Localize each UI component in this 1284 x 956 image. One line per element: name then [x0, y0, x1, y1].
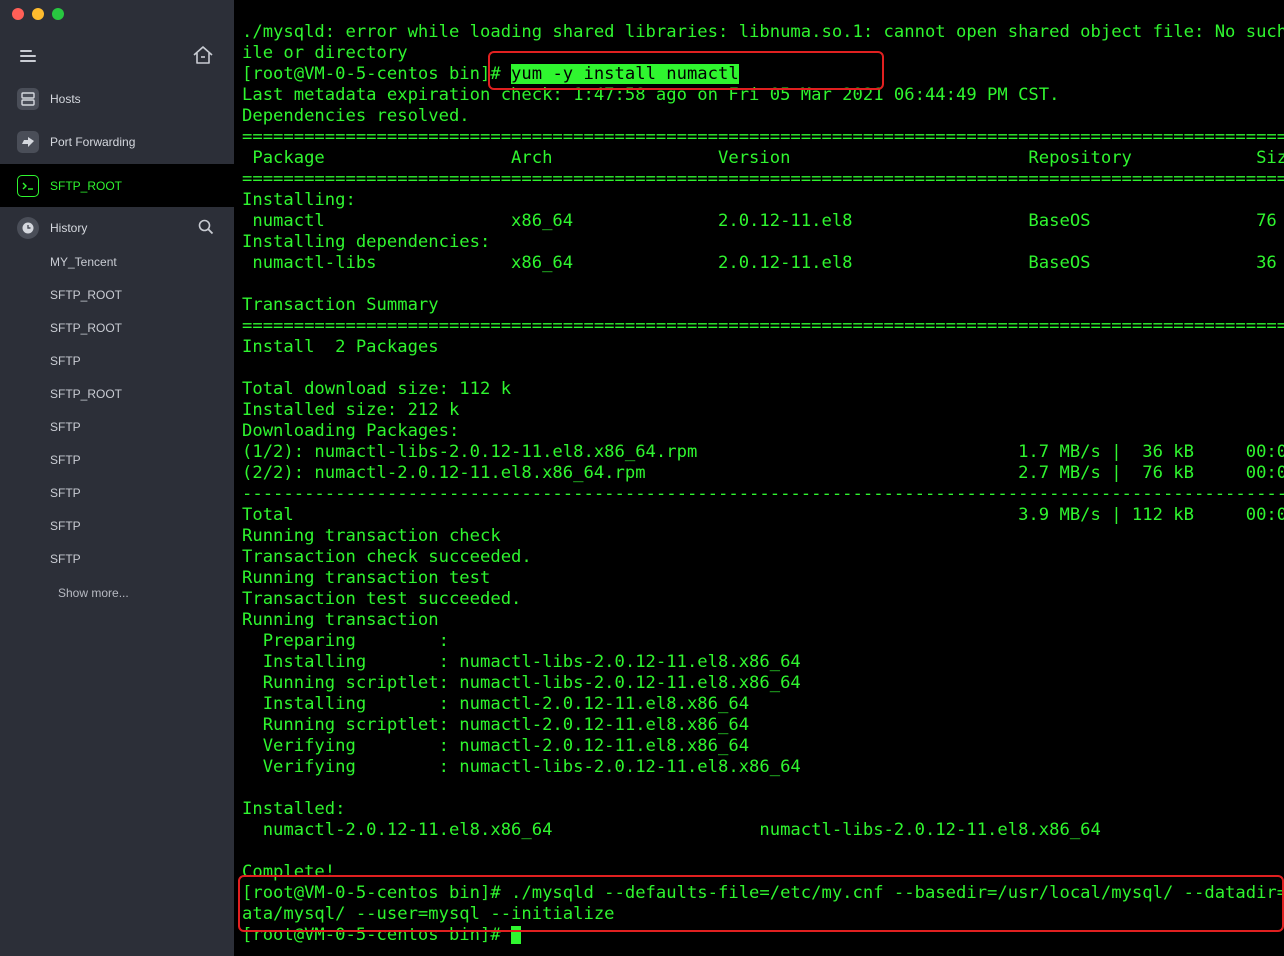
port-forwarding-icon — [17, 130, 39, 153]
terminal-line: Installed size: 212 k — [242, 400, 460, 420]
terminal-line: [root@VM-0-5-centos bin]# ./mysqld --def… — [242, 883, 1284, 903]
terminal-prompt-line: [root@VM-0-5-centos bin]# yum -y install… — [242, 64, 739, 85]
terminal-line: Transaction test succeeded. — [242, 589, 522, 609]
terminal-prompt-line: [root@VM-0-5-centos bin]# — [242, 925, 522, 946]
terminal-line: ========================================… — [242, 127, 1284, 147]
terminal-line: Transaction check succeeded. — [242, 547, 532, 567]
history-item[interactable]: SFTP — [50, 486, 81, 500]
history-item[interactable]: SFTP — [50, 354, 81, 368]
history-label: History — [50, 220, 88, 235]
terminal-line: Complete! — [242, 862, 336, 882]
terminal-line: Running transaction — [242, 610, 439, 630]
terminal-line: Installing : numactl-libs-2.0.12-11.el8.… — [242, 652, 1284, 672]
terminal-line: numactl-libs x86_64 2.0.12-11.el8 BaseOS… — [242, 253, 1284, 273]
nav-item-label: Port Forwarding — [50, 134, 136, 149]
terminal-line: Dependencies resolved. — [242, 106, 470, 126]
terminal-line: Verifying : numactl-2.0.12-11.el8.x86_64… — [242, 736, 1284, 756]
terminal-line: Running scriptlet: numactl-libs-2.0.12-1… — [242, 673, 1284, 693]
terminal-line: Installing dependencies: — [242, 232, 491, 252]
window-controls — [12, 8, 64, 20]
terminal-line: Running transaction test — [242, 568, 491, 588]
terminal-line: ========================================… — [242, 169, 1284, 189]
terminal-line: Running transaction check — [242, 526, 501, 546]
terminal-pane[interactable]: ./mysqld: error while loading shared lib… — [234, 0, 1284, 956]
terminal-icon — [17, 174, 39, 197]
history-item[interactable]: SFTP_ROOT — [50, 321, 122, 335]
history-item[interactable]: SFTP — [50, 420, 81, 434]
terminal-line: Transaction Summary — [242, 295, 439, 315]
terminal-line: Preparing : 1/1 — [242, 631, 1284, 651]
terminal-line: Total 3.9 MB/s | 112 kB 00:00 — [242, 505, 1284, 525]
hosts-icon — [17, 87, 39, 110]
terminal-line: Downloading Packages: — [242, 421, 460, 441]
minimize-window-button[interactable] — [32, 8, 44, 20]
terminal-line: Total download size: 112 k — [242, 379, 512, 399]
nav-item-label: Hosts — [50, 91, 81, 106]
terminal-line: ata/mysql/ --user=mysql --initialize — [242, 904, 615, 924]
zoom-window-button[interactable] — [52, 8, 64, 20]
nav-item-hosts[interactable]: Hosts — [0, 77, 234, 120]
show-more-link[interactable]: Show more... — [58, 586, 129, 600]
home-icon[interactable] — [192, 45, 214, 65]
terminal-cursor — [511, 926, 522, 944]
history-item[interactable]: SFTP_ROOT — [50, 387, 122, 401]
close-window-button[interactable] — [12, 8, 24, 20]
terminal-line: ========================================… — [242, 316, 1284, 336]
terminal-line: (2/2): numactl-2.0.12-11.el8.x86_64.rpm … — [242, 463, 1284, 483]
terminal-line: Installing: — [242, 190, 356, 210]
history-item[interactable]: SFTP — [50, 453, 81, 467]
terminal-line: Verifying : numactl-libs-2.0.12-11.el8.x… — [242, 757, 1284, 777]
nav-item-port-forwarding[interactable]: Port Forwarding — [0, 120, 234, 163]
terminal-prompt: [root@VM-0-5-centos bin]# — [242, 64, 512, 84]
history-item[interactable]: SFTP — [50, 519, 81, 533]
terminal-line: (1/2): numactl-libs-2.0.12-11.el8.x86_64… — [242, 442, 1284, 462]
terminal-line: Install 2 Packages — [242, 337, 439, 357]
history-item[interactable]: SFTP — [50, 552, 81, 566]
terminal-line: numactl-2.0.12-11.el8.x86_64 numactl-lib… — [242, 820, 1101, 840]
terminal-line: ./mysqld: error while loading shared lib… — [242, 22, 1284, 42]
nav-item-label: SFTP_ROOT — [50, 178, 123, 193]
terminal-line: Package Arch Version Repository Size — [242, 148, 1284, 168]
history-item[interactable]: MY_Tencent — [50, 255, 117, 269]
terminal-line: ile or directory — [242, 43, 408, 63]
terminal-line: Installed: — [242, 799, 346, 819]
search-icon[interactable] — [198, 219, 214, 235]
terminal-line: Installing : numactl-2.0.12-11.el8.x86_6… — [242, 694, 1284, 714]
terminal-line: Running scriptlet: numactl-2.0.12-11.el8… — [242, 715, 1284, 735]
history-item[interactable]: SFTP_ROOT — [50, 288, 122, 302]
nav-item-sftp-root[interactable]: SFTP_ROOT — [0, 164, 234, 207]
terminal-line: numactl x86_64 2.0.12-11.el8 BaseOS 76 k — [242, 211, 1284, 231]
sidebar: Hosts Port Forwarding SFTP_ROOT History — [0, 0, 234, 956]
terminal-line: Last metadata expiration check: 1:47:58 … — [242, 85, 1060, 105]
selected-command: yum -y install numactl — [511, 64, 739, 84]
history-icon — [17, 216, 39, 239]
menu-icon[interactable] — [20, 50, 38, 64]
terminal-prompt: [root@VM-0-5-centos bin]# — [242, 925, 512, 945]
terminal-line: ----------------------------------------… — [242, 484, 1284, 504]
